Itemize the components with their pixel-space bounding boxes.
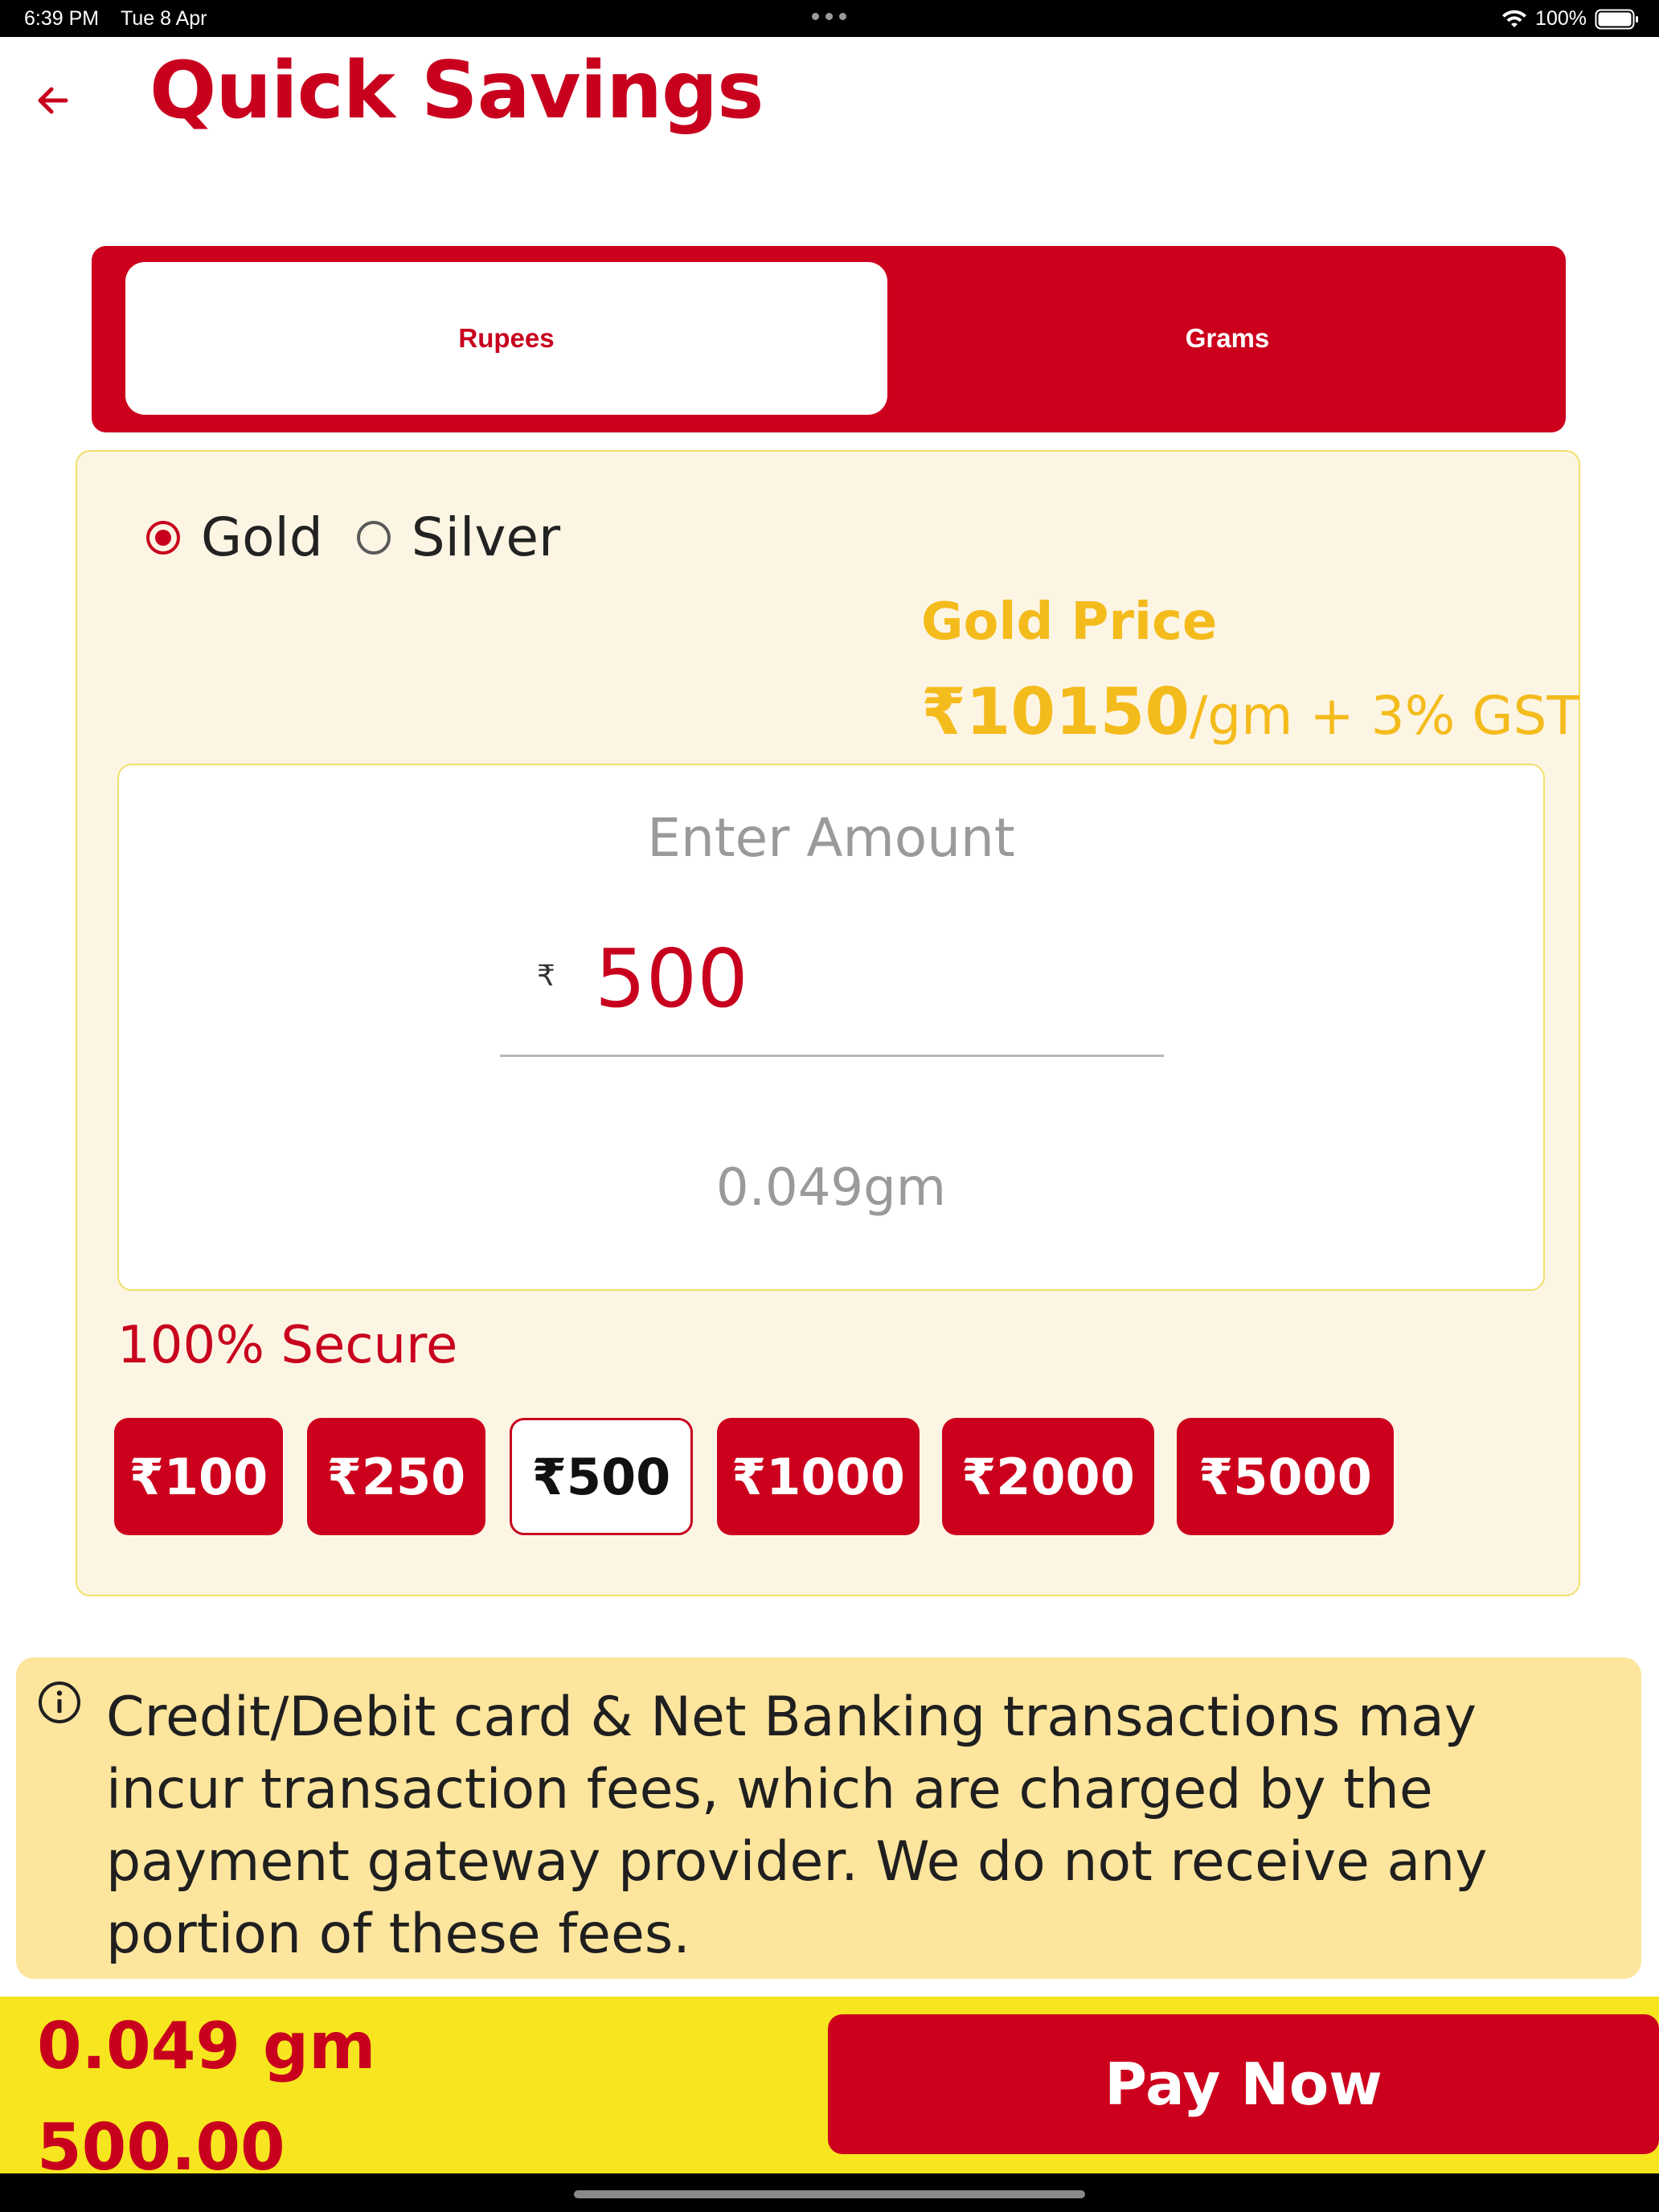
radio-silver-label: Silver <box>411 506 561 568</box>
price-line: ₹10150/gm + 3% GST <box>921 680 1579 744</box>
quick-savings-screen: 6:39 PM Tue 8 Apr 100% Quick Savings Rup… <box>0 0 1659 2212</box>
price-suffix: /gm + 3% GST <box>1189 685 1579 747</box>
summary-amount: 500.00 <box>37 2110 285 2174</box>
page-title: Quick Savings <box>150 45 764 137</box>
battery-percent: 100% <box>1535 7 1587 30</box>
price-title: Gold Price <box>921 592 1218 652</box>
status-date: Tue 8 Apr <box>121 7 207 30</box>
summary-grams: 0.049 gm <box>37 2009 376 2083</box>
tab-rupees[interactable]: Rupees <box>125 262 887 415</box>
amount-underline <box>500 1055 1164 1057</box>
secure-text: 100% Secure <box>117 1316 458 1375</box>
transaction-fee-notice: Credit/Debit card & Net Banking transact… <box>16 1657 1641 1979</box>
home-indicator[interactable] <box>574 2190 1085 2198</box>
quick-amount-500[interactable]: ₹500 <box>510 1418 693 1535</box>
status-bar: 6:39 PM Tue 8 Apr 100% <box>0 0 1659 37</box>
notice-text: Credit/Debit card & Net Banking transact… <box>106 1686 1488 1966</box>
quick-amount-1000[interactable]: ₹1000 <box>717 1418 920 1535</box>
radio-silver[interactable]: Silver <box>356 506 561 568</box>
currency-symbol: ₹ <box>537 960 555 993</box>
wifi-icon <box>1502 10 1527 27</box>
amount-label: Enter Amount <box>647 807 1015 869</box>
quick-amount-5000[interactable]: ₹5000 <box>1177 1418 1394 1535</box>
price-value: ₹10150 <box>921 674 1190 749</box>
quick-amount-100[interactable]: ₹100 <box>114 1418 283 1535</box>
arrow-left-icon[interactable] <box>32 77 85 125</box>
amount-card: Enter Amount ₹ 0.049gm <box>117 764 1545 1291</box>
tab-grams[interactable]: Grams <box>889 262 1566 415</box>
radio-gold-label: Gold <box>201 506 323 568</box>
battery-icon <box>1595 9 1638 29</box>
mode-tab-bar: Rupees Grams <box>92 246 1566 432</box>
info-icon <box>39 1682 80 1723</box>
metal-selector: Gold Silver <box>146 511 560 564</box>
status-time: 6:39 PM <box>24 7 100 30</box>
quick-amount-250[interactable]: ₹250 <box>307 1418 485 1535</box>
grams-preview: 0.049gm <box>715 1158 947 1218</box>
radio-checked-icon[interactable] <box>146 521 180 555</box>
radio-unchecked-icon[interactable] <box>356 521 391 555</box>
savings-panel: Gold Silver Gold Price ₹10150/gm + 3% GS… <box>76 450 1580 1596</box>
home-bar-area <box>0 2173 1659 2212</box>
status-indicators: 100% <box>1501 7 1640 31</box>
quick-amount-2000[interactable]: ₹2000 <box>942 1418 1154 1535</box>
pay-now-button[interactable]: Pay Now <box>828 2014 1659 2154</box>
amount-input[interactable] <box>595 934 1013 1022</box>
radio-gold[interactable]: Gold <box>146 511 323 564</box>
checkout-bar: 0.049 gm 500.00 Pay Now <box>0 1997 1659 2173</box>
multitasking-dots-icon[interactable] <box>812 13 846 20</box>
